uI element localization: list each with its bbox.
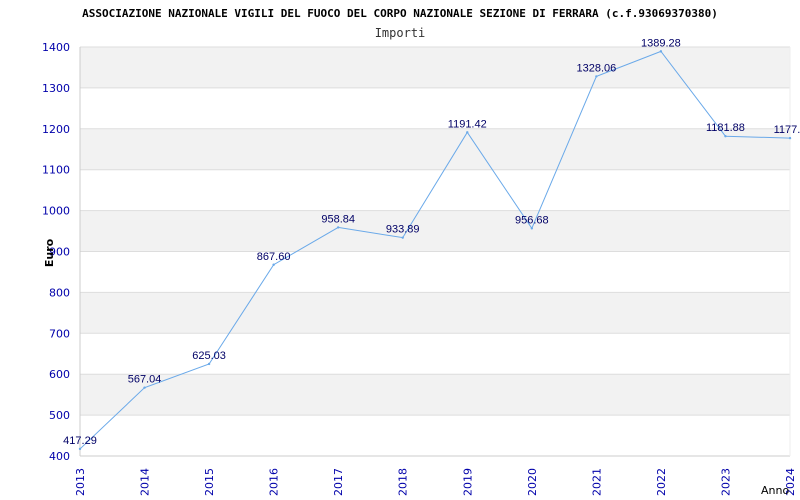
y-tick-label: 1200 bbox=[42, 123, 70, 136]
y-tick-label: 800 bbox=[49, 286, 70, 299]
data-point bbox=[143, 386, 146, 389]
data-label: 1181.88 bbox=[706, 122, 745, 134]
y-tick-label: 600 bbox=[49, 368, 70, 381]
x-tick-label: 2018 bbox=[397, 468, 410, 496]
plot-band bbox=[80, 87, 790, 129]
x-tick-label: 2023 bbox=[719, 468, 732, 496]
x-tick-label: 2013 bbox=[74, 468, 87, 496]
plot-band bbox=[80, 333, 790, 375]
plot-band bbox=[80, 169, 790, 211]
data-point bbox=[724, 135, 727, 138]
x-tick-label: 2016 bbox=[268, 468, 281, 496]
data-point bbox=[207, 362, 211, 366]
x-tick-labels: 2013 2014 2015 2016 2017 2018 2019 2020 2021 2022… bbox=[74, 468, 797, 496]
y-tick-label: 1100 bbox=[42, 164, 70, 177]
data-label: 958.84 bbox=[321, 213, 355, 225]
y-tick-label: 500 bbox=[49, 409, 70, 422]
data-label: 1389.28 bbox=[641, 37, 681, 49]
data-point bbox=[401, 236, 404, 239]
data-point bbox=[788, 136, 792, 140]
data-label: 956.68 bbox=[515, 214, 549, 226]
data-label: 933.89 bbox=[386, 224, 420, 236]
data-point bbox=[659, 50, 663, 53]
data-point bbox=[78, 447, 82, 451]
x-tick-label: 2015 bbox=[203, 468, 216, 496]
plot-band bbox=[80, 415, 790, 456]
chart: 40050060070080090010001100120013001400 2… bbox=[42, 7, 800, 497]
plot-band bbox=[80, 292, 790, 334]
data-label: 1328.06 bbox=[576, 62, 616, 74]
data-point bbox=[530, 227, 534, 230]
data-point bbox=[466, 131, 469, 134]
x-tick-label: 2019 bbox=[461, 468, 474, 496]
x-tick-label: 2021 bbox=[590, 468, 603, 496]
plot-band bbox=[80, 251, 790, 293]
plot-band bbox=[80, 374, 790, 416]
data-label: 417.29 bbox=[63, 435, 97, 447]
x-axis-label: Anno bbox=[761, 484, 789, 497]
y-tick-label: 1400 bbox=[42, 41, 70, 54]
x-tick-label: 2017 bbox=[332, 468, 345, 496]
data-point bbox=[336, 226, 340, 229]
plot-band bbox=[80, 210, 790, 252]
x-tick-label: 2022 bbox=[655, 468, 668, 496]
y-tick-label: 1300 bbox=[42, 82, 70, 95]
data-label: 567.04 bbox=[128, 374, 162, 386]
y-axis-label: Euro bbox=[43, 238, 56, 267]
x-tick-label: 2020 bbox=[526, 468, 539, 496]
data-point bbox=[272, 263, 275, 266]
plot-band bbox=[80, 128, 790, 170]
data-label: 867.60 bbox=[257, 251, 291, 263]
data-label: 1191.42 bbox=[448, 118, 487, 130]
y-tick-label: 700 bbox=[49, 327, 70, 340]
data-label: 625.03 bbox=[192, 350, 226, 362]
y-tick-label: 400 bbox=[49, 450, 70, 463]
data-label: 1177.2 bbox=[774, 124, 800, 136]
x-tick-label: 2014 bbox=[139, 468, 152, 496]
data-point bbox=[595, 75, 598, 78]
chart-subtitle: Importi bbox=[375, 26, 426, 40]
chart-title: ASSOCIAZIONE NAZIONALE VIGILI DEL FUOCO … bbox=[82, 7, 718, 20]
y-tick-label: 1000 bbox=[42, 205, 70, 218]
